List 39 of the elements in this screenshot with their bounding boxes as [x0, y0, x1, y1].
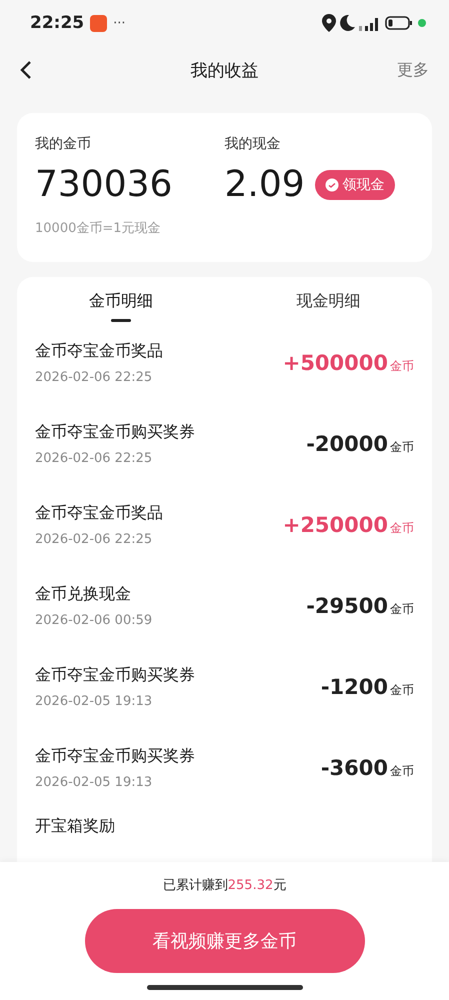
record-time: 2026-02-05 19:13 [35, 694, 154, 708]
cash-balance: 2.09 [224, 163, 305, 207]
coins-label: 我的金币 [35, 135, 92, 153]
record-time: 2026-02-06 22:25 [35, 370, 154, 384]
status-time: 22:25 [30, 13, 84, 33]
record-title: 金币夺宝金币购买奖券 [35, 746, 195, 766]
coin-unit: 金币 [390, 600, 414, 618]
record-time: 2026-02-06 00:59 [35, 612, 152, 628]
page-title: 我的收益 [190, 60, 258, 80]
cash-label: 我的现金 [224, 135, 282, 153]
record-title: 金币夺宝金币奖品 [35, 502, 163, 524]
coin-unit: 金币 [390, 682, 414, 698]
coin-unit: 金币 [390, 762, 414, 780]
record-amount: +500000 [282, 350, 388, 374]
tab[interactable]: 金币明细 [17, 291, 224, 322]
record-title: 金币夺宝金币购买奖券 [35, 422, 195, 442]
more-notifications: ··· [113, 16, 126, 30]
record-title: 金币兑换现金 [35, 584, 132, 604]
coin-unit: 金币 [390, 358, 414, 374]
coin-unit: 金币 [390, 520, 414, 536]
record-title: 金币夺宝金币奖品 [35, 340, 163, 362]
coin-unit: 金币 [390, 438, 414, 456]
tab[interactable]: 现金明细 [224, 291, 432, 322]
total-earned: 已累计赚到255.32元 [162, 877, 286, 894]
coins-balance: 730036 [35, 163, 174, 207]
record-amount: -1200 [320, 674, 388, 698]
withdraw-button[interactable]: 领现金 [314, 170, 395, 200]
record-title: 开宝箱奖励 [35, 816, 115, 837]
record-time: 2026-02-05 19:13 [35, 774, 154, 790]
record-amount: -3600 [320, 756, 388, 780]
exchange-rate: 10000金币=1元现金 [35, 220, 162, 237]
record-amount: +250000 [282, 512, 388, 536]
record-amount: -29500 [306, 594, 388, 618]
record-title: 金币夺宝金币购买奖券 [35, 664, 195, 686]
record-time: 2026-02-06 22:25 [35, 532, 154, 546]
earn-more-button[interactable]: 看视频赚更多金币 [84, 909, 364, 973]
record-time: 2026-02-06 22:25 [35, 450, 154, 466]
more-button[interactable]: 更多 [397, 60, 429, 80]
record-amount: -20000 [306, 432, 388, 456]
